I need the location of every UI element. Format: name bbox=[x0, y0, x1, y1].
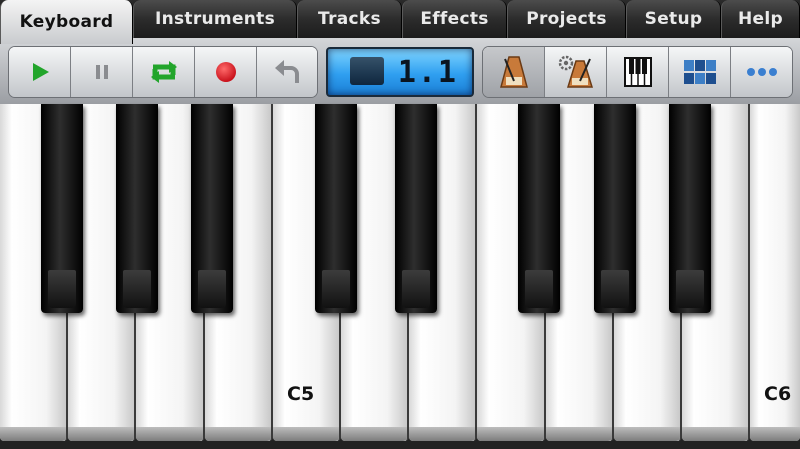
pause-button[interactable] bbox=[71, 47, 133, 97]
key-label-c6: C6 bbox=[764, 383, 792, 405]
metronome-button[interactable] bbox=[483, 47, 545, 97]
black-key[interactable] bbox=[594, 104, 636, 313]
tab-tracks[interactable]: Tracks bbox=[297, 0, 402, 38]
white-key-c6[interactable]: C6 bbox=[750, 104, 800, 441]
position-display: 1.1 bbox=[326, 47, 474, 97]
keyboard-icon bbox=[623, 57, 652, 87]
play-button[interactable] bbox=[9, 47, 71, 97]
tab-setup[interactable]: Setup bbox=[626, 0, 721, 38]
record-icon bbox=[215, 62, 236, 82]
black-key[interactable] bbox=[395, 104, 437, 313]
black-key[interactable] bbox=[315, 104, 357, 313]
black-key[interactable] bbox=[669, 104, 711, 313]
display-instrument-icon bbox=[350, 57, 384, 85]
pads-icon bbox=[683, 60, 716, 84]
undo-button[interactable] bbox=[257, 47, 317, 97]
loop-button[interactable] bbox=[133, 47, 195, 97]
tab-help[interactable]: Help bbox=[721, 0, 800, 38]
tab-effects[interactable]: Effects bbox=[402, 0, 507, 38]
keyboard-view-button[interactable] bbox=[607, 47, 669, 97]
more-icon bbox=[746, 68, 777, 76]
transport-controls bbox=[9, 47, 317, 97]
more-button[interactable] bbox=[731, 47, 792, 97]
undo-icon bbox=[275, 60, 299, 83]
play-icon bbox=[32, 63, 49, 81]
pads-view-button[interactable] bbox=[669, 47, 731, 97]
black-key[interactable] bbox=[518, 104, 560, 313]
tool-buttons bbox=[483, 47, 792, 97]
metronome-settings-icon bbox=[558, 55, 593, 88]
black-key[interactable] bbox=[116, 104, 158, 313]
loop-icon bbox=[150, 61, 177, 83]
tab-keyboard[interactable]: Keyboard bbox=[0, 0, 133, 44]
pause-icon bbox=[95, 65, 108, 79]
metronome-settings-button[interactable] bbox=[545, 47, 607, 97]
key-label-c5: C5 bbox=[287, 383, 315, 405]
tab-projects[interactable]: Projects bbox=[507, 0, 626, 38]
black-key[interactable] bbox=[191, 104, 233, 313]
record-button[interactable] bbox=[195, 47, 257, 97]
black-key[interactable] bbox=[41, 104, 83, 313]
tab-instruments[interactable]: Instruments bbox=[133, 0, 297, 38]
tab-bar: Keyboard Instruments Tracks Effects Proj… bbox=[0, 0, 800, 44]
position-readout: 1.1 bbox=[397, 54, 458, 90]
metronome-icon bbox=[499, 56, 528, 88]
piano-keyboard: C5 C6 bbox=[0, 104, 800, 449]
